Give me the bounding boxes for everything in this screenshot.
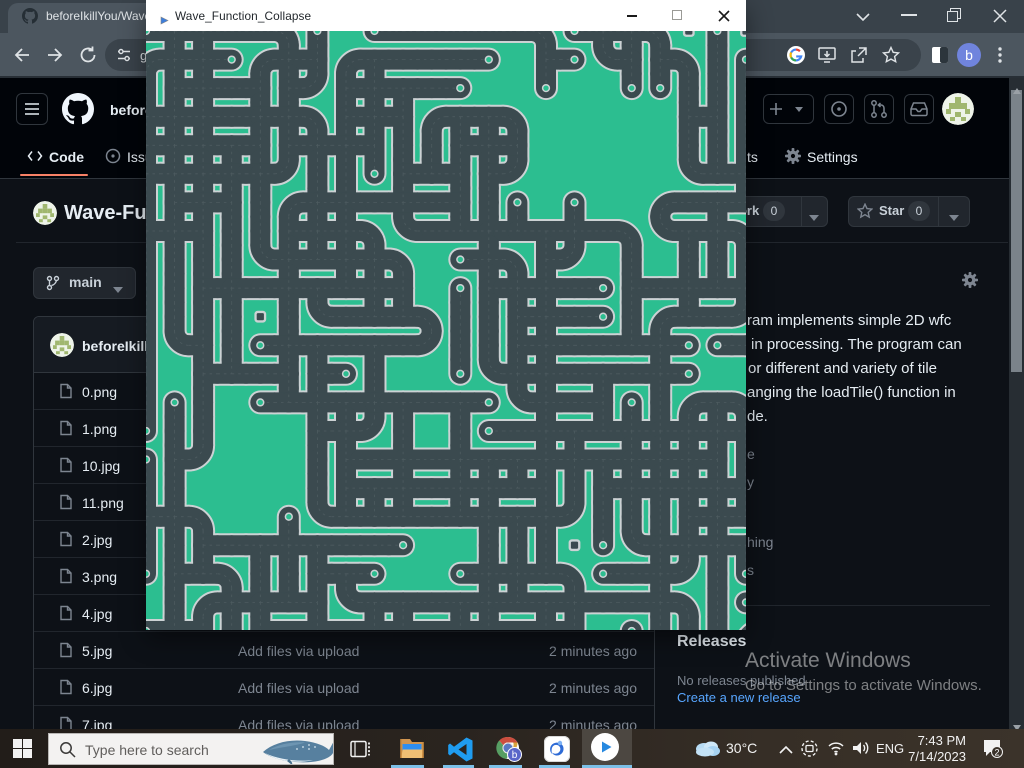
svg-text:2: 2 <box>994 748 999 758</box>
svg-text:b: b <box>512 750 518 761</box>
